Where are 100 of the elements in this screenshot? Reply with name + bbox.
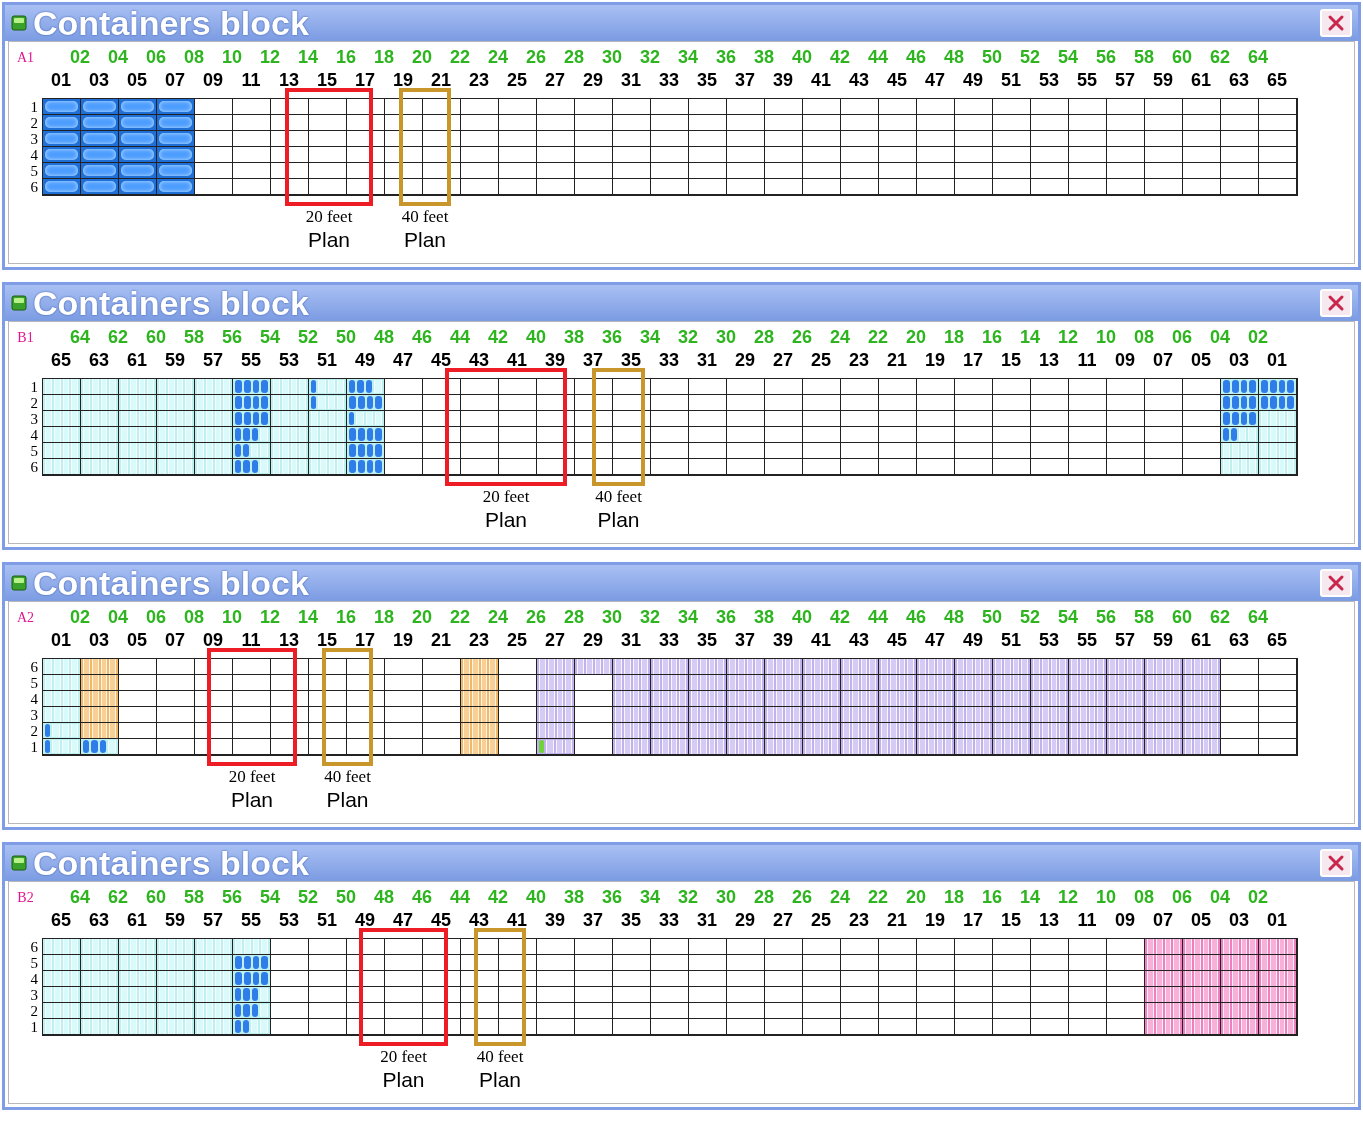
close-button[interactable] — [1320, 289, 1352, 317]
bay-number: 58 — [183, 325, 205, 349]
bay-number: 50 — [981, 45, 1003, 69]
bay-number: 62 — [1209, 605, 1231, 629]
bay-number: 02 — [69, 605, 91, 629]
close-icon — [1327, 574, 1345, 592]
bay-number: 59 — [1152, 68, 1174, 92]
window-title: Containers block — [33, 6, 310, 40]
window-icon — [11, 15, 27, 31]
bay-number: 19 — [392, 68, 414, 92]
bay-number: 51 — [316, 348, 338, 372]
bay-number: 06 — [1171, 325, 1193, 349]
row-label: 4 — [30, 427, 38, 443]
row-label: 5 — [30, 163, 38, 179]
plan-size-label: 20 feet — [482, 487, 530, 507]
bay-number: 52 — [297, 885, 319, 909]
row-label: 3 — [30, 707, 38, 723]
bay-number: 40 — [525, 325, 547, 349]
bay-number: 58 — [1133, 605, 1155, 629]
bay-number: 59 — [164, 908, 186, 932]
bay-number: 16 — [981, 885, 1003, 909]
bay-number: 25 — [506, 628, 528, 652]
close-button[interactable] — [1320, 849, 1352, 877]
bay-number: 07 — [1152, 908, 1174, 932]
row-label: 2 — [30, 115, 38, 131]
bay-number: 06 — [145, 45, 167, 69]
bay-number: 53 — [1038, 628, 1060, 652]
bay-number: 14 — [297, 45, 319, 69]
bay-number: 23 — [848, 908, 870, 932]
row-label: 1 — [30, 99, 38, 115]
bay-number: 38 — [753, 605, 775, 629]
bay-number: 24 — [487, 605, 509, 629]
bay-number: 64 — [1247, 45, 1269, 69]
bay-number: 23 — [848, 348, 870, 372]
bay-number: 39 — [772, 68, 794, 92]
bay-number: 17 — [962, 348, 984, 372]
bay-number: 31 — [696, 348, 718, 372]
bay-number: 48 — [943, 45, 965, 69]
bay-number: 23 — [468, 628, 490, 652]
bay-number: 44 — [449, 885, 471, 909]
plan-size-label: 20 feet — [305, 207, 353, 227]
bay-number: 17 — [962, 908, 984, 932]
row-label: 3 — [30, 411, 38, 427]
bay-number: 20 — [905, 885, 927, 909]
bay-number: 03 — [1228, 348, 1250, 372]
row-label: 3 — [30, 987, 38, 1003]
row-label: 6 — [30, 179, 38, 195]
bay-number: 30 — [601, 605, 623, 629]
bay-number: 47 — [392, 348, 414, 372]
bay-number: 55 — [1076, 628, 1098, 652]
bay-number: 60 — [1171, 605, 1193, 629]
bay-number: 59 — [1152, 628, 1174, 652]
bay-number: 52 — [1019, 605, 1041, 629]
plan-size-label: 20 feet — [380, 1047, 427, 1067]
bay-number: 13 — [278, 68, 300, 92]
bay-number: 55 — [240, 348, 262, 372]
row-label: 3 — [30, 131, 38, 147]
bay-number: 45 — [886, 628, 908, 652]
row-label: 6 — [30, 459, 38, 475]
bay-number: 40 — [525, 885, 547, 909]
bay-number: 26 — [791, 325, 813, 349]
bay-number: 25 — [810, 908, 832, 932]
bay-number: 41 — [506, 908, 528, 932]
bay-number: 22 — [867, 325, 889, 349]
bay-number: 15 — [1000, 908, 1022, 932]
close-button[interactable] — [1320, 9, 1352, 37]
bay-number: 36 — [715, 45, 737, 69]
bay-number: 51 — [1000, 628, 1022, 652]
bay-number: 23 — [468, 68, 490, 92]
bay-number: 29 — [734, 908, 756, 932]
bay-number: 38 — [563, 325, 585, 349]
bay-number: 41 — [810, 628, 832, 652]
bay-number: 32 — [639, 45, 661, 69]
bay-number: 03 — [88, 628, 110, 652]
close-button[interactable] — [1320, 569, 1352, 597]
close-icon — [1327, 294, 1345, 312]
row-label: 4 — [30, 971, 38, 987]
plan-caption: Plan — [326, 787, 369, 813]
bay-number: 51 — [316, 908, 338, 932]
bay-number: 41 — [506, 348, 528, 372]
bay-number: 26 — [525, 45, 547, 69]
bay-number: 10 — [221, 45, 243, 69]
bay-number: 24 — [829, 325, 851, 349]
plan-caption: Plan — [382, 1067, 425, 1093]
bay-number: 33 — [658, 68, 680, 92]
bay-number: 36 — [715, 605, 737, 629]
bay-number: 59 — [164, 348, 186, 372]
bay-number: 35 — [696, 628, 718, 652]
bay-number: 65 — [1266, 68, 1288, 92]
bay-number: 42 — [487, 325, 509, 349]
block-label: A2 — [15, 608, 36, 627]
bay-number: 21 — [886, 348, 908, 372]
bay-number: 13 — [1038, 348, 1060, 372]
bay-number: 27 — [544, 68, 566, 92]
bay-number: 56 — [1095, 45, 1117, 69]
bay-number: 11 — [240, 68, 262, 92]
bay-number: 37 — [734, 628, 756, 652]
bay-number: 16 — [335, 605, 357, 629]
bay-number: 58 — [1133, 45, 1155, 69]
bay-number: 08 — [183, 45, 205, 69]
